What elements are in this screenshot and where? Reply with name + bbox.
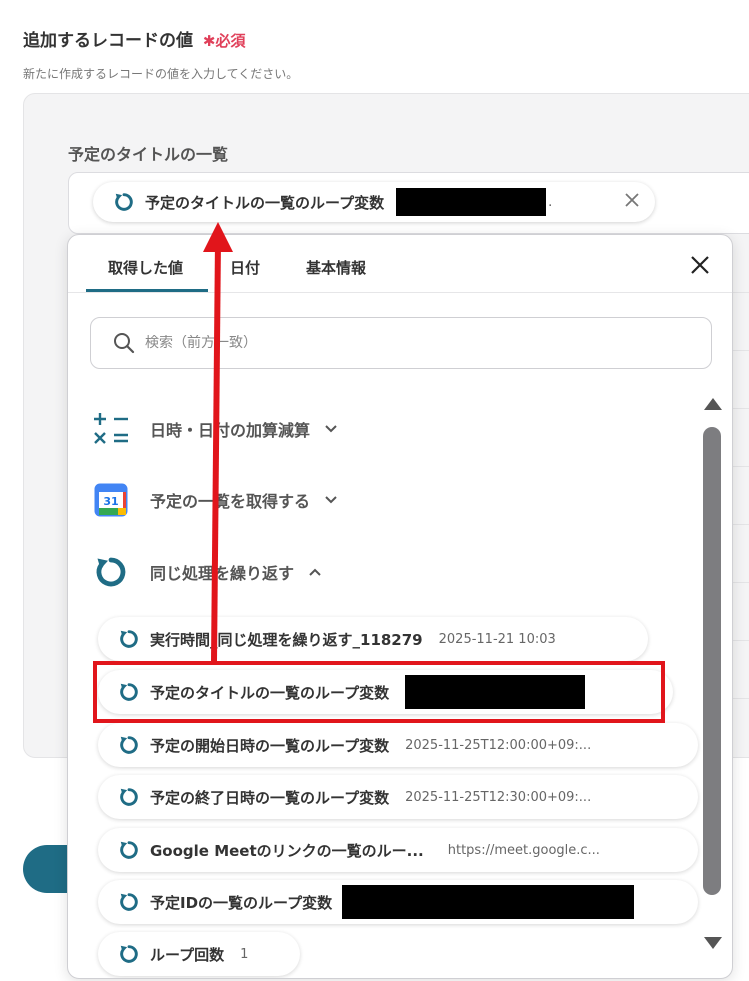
item-value: 2025-11-25T12:30:00+09:... [405,789,592,805]
value-picker-popup: 取得した値 日付 基本情報 日時・日付の加算減算 [67,234,733,979]
background-row-divider [733,524,749,525]
chevron-up-icon [309,568,321,576]
item-value: 1 [240,946,249,962]
background-row-divider [733,640,749,641]
item-value: https://meet.google.c... [447,842,600,858]
search-input[interactable] [145,335,665,351]
field-label: 予定のタイトルの一覧 [68,145,229,164]
background-row-divider [733,466,749,467]
tab-bar: 取得した値 日付 基本情報 [68,235,732,293]
google-calendar-icon: 31 [92,481,130,519]
redacted-block [342,885,635,919]
required-label: 必須 [215,32,246,50]
group-label: 同じ処理を繰り返す [150,564,295,583]
value-item[interactable]: 予定の開始日時の一覧のループ変数 2025-11-25T12:00:00+09:… [98,723,698,767]
scrollbar[interactable] [700,395,724,957]
item-label: Google Meetのリンクの一覧のルー... [150,841,424,860]
redacted-block [396,188,547,216]
close-popup-button[interactable] [688,253,712,277]
item-label: 実行時間_同じ処理を繰り返す_118279 [150,630,423,649]
chip-suffix: . [548,194,553,210]
section-title-text: 追加するレコードの値 [23,31,193,51]
group-loop[interactable]: 同じ処理を繰り返す [92,553,322,591]
search-box[interactable] [90,317,712,369]
close-icon [625,193,639,207]
item-label: 予定の開始日時の一覧のループ変数 [150,736,390,755]
scroll-up-arrow-icon[interactable] [704,398,722,410]
chevron-down-icon [325,496,337,504]
value-item[interactable]: 実行時間_同じ処理を繰り返す_118279 2025-11-21 10:03 [98,617,648,661]
item-label: ループ回数 [150,945,225,964]
chip-label: 予定のタイトルの一覧のループ変数 [145,193,385,212]
scroll-down-arrow-icon[interactable] [704,937,722,949]
tab-basic-info[interactable]: 基本情報 [306,257,366,278]
tab-date[interactable]: 日付 [230,257,260,278]
item-value: 2025-11-25T12:00:00+09:... [405,737,592,753]
scrollbar-thumb[interactable] [703,427,721,895]
background-row-divider [733,698,749,699]
loop-icon [120,945,138,963]
value-item[interactable]: 予定のタイトルの一覧のループ変数 [98,670,673,714]
group-label: 予定の一覧を取得する [150,492,311,511]
remove-chip-button[interactable] [621,191,643,213]
loop-icon [120,736,138,754]
redacted-block [405,675,586,709]
selected-value-chip[interactable]: 予定のタイトルの一覧のループ変数 . [93,182,655,222]
group-label: 日時・日付の加算減算 [150,421,311,440]
loop-icon [120,841,138,859]
search-icon [114,333,135,354]
item-label: 予定IDの一覧のループ変数 [150,893,333,912]
tab-obtained-values[interactable]: 取得した値 [108,257,183,278]
value-item[interactable]: Google Meetのリンクの一覧のルー... https://meet.go… [98,828,698,872]
required-mark: ✱ [202,32,216,50]
item-label: 予定の終了日時の一覧のループ変数 [150,788,390,807]
active-tab-indicator [86,289,208,292]
background-row-divider [733,350,749,351]
value-item[interactable]: ループ回数 1 [98,932,300,976]
section-description: 新たに作成するレコードの値を入力してください。 [23,67,299,81]
loop-icon [120,893,138,911]
loop-icon [120,683,138,701]
chevron-down-icon [325,425,337,433]
item-label: 予定のタイトルの一覧のループ変数 [150,683,390,702]
loop-icon [115,193,133,211]
close-icon [691,256,709,274]
loop-icon [92,553,130,591]
background-row-divider [733,292,749,293]
calculator-icon [92,410,130,448]
background-row-divider [733,582,749,583]
group-get-events[interactable]: 31 予定の一覧を取得する [92,481,338,519]
group-date-arithmetic[interactable]: 日時・日付の加算減算 [92,410,338,448]
loop-icon [120,788,138,806]
section-title: 追加するレコードの値 ✱必須 [23,26,246,51]
calendar-day: 31 [103,495,118,508]
loop-icon [120,630,138,648]
background-row-divider [733,408,749,409]
value-item[interactable]: 予定IDの一覧のループ変数 [98,880,698,924]
item-value: 2025-11-21 10:03 [438,631,556,647]
value-item[interactable]: 予定の終了日時の一覧のループ変数 2025-11-25T12:30:00+09:… [98,775,698,819]
required-badge: ✱必須 [203,32,246,50]
